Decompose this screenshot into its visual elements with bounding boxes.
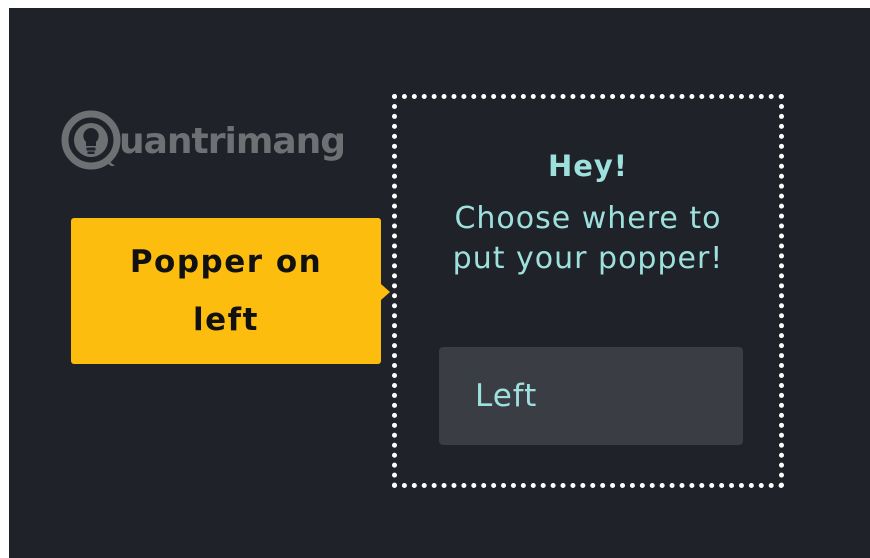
position-select[interactable]: Left: [439, 347, 743, 445]
popper-label: Popper on left: [129, 244, 323, 338]
watermark-logo: uantrimang: [61, 108, 346, 172]
popper-arrow-icon: [381, 284, 390, 300]
reference-box: Hey! Choose where to put your popper! Le…: [392, 94, 784, 488]
position-select-value: Left: [475, 378, 538, 414]
popper-tooltip: Popper on left: [71, 218, 390, 364]
reference-message: Choose where to put your popper!: [452, 201, 724, 276]
demo-stage: uantrimang Popper on left Hey! Choose wh…: [9, 8, 870, 558]
lightbulb-icon: [61, 110, 121, 170]
watermark-text: uantrimang: [119, 121, 346, 162]
reference-title: Hey!: [547, 149, 629, 183]
